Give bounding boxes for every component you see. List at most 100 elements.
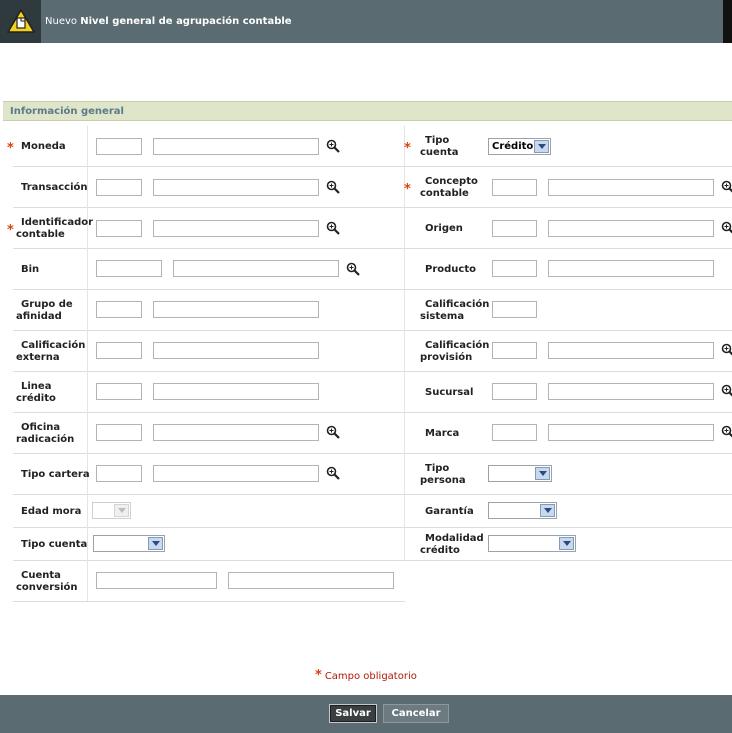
linea-credito-code-input[interactable] — [96, 383, 142, 400]
save-button[interactable]: Salvar — [329, 704, 377, 723]
origen-desc-input[interactable] — [548, 220, 714, 237]
chevron-down-icon[interactable] — [148, 537, 163, 550]
required-marker: * — [404, 182, 411, 197]
search-icon[interactable] — [326, 466, 340, 480]
label-tipo-persona: Tipo persona — [420, 463, 466, 486]
producto-desc-input[interactable] — [548, 260, 714, 277]
label-modalidad-credito: Modalidad crédito — [420, 533, 484, 556]
transaccion-code-input[interactable] — [96, 179, 142, 196]
oficina-code-input[interactable] — [96, 424, 142, 441]
tipo-cuenta-2-select[interactable] — [93, 535, 165, 552]
label-garantia: Garantía — [425, 506, 474, 517]
cancel-button[interactable]: Cancelar — [383, 704, 449, 723]
label-tipo-cuenta: Tipo cuenta — [420, 135, 459, 158]
row-divider — [13, 412, 732, 413]
search-icon[interactable] — [721, 221, 732, 235]
modalidad-credito-select[interactable] — [488, 535, 576, 552]
concepto-desc-input[interactable] — [548, 179, 714, 196]
oficina-desc-input[interactable] — [153, 424, 319, 441]
tipo-persona-select[interactable] — [488, 465, 552, 482]
cuenta-conversion-code-input[interactable] — [96, 572, 217, 589]
label-sucursal: Sucursal — [425, 387, 474, 398]
row-divider — [13, 453, 732, 454]
search-icon[interactable] — [326, 180, 340, 194]
search-icon[interactable] — [346, 262, 360, 276]
row-divider — [13, 166, 732, 167]
identificador-code-input[interactable] — [96, 220, 142, 237]
chevron-down-icon[interactable] — [559, 537, 574, 550]
window-header: Nuevo Nivel general de agrupación contab… — [0, 0, 732, 43]
identificador-desc-input[interactable] — [153, 220, 319, 237]
row-divider — [13, 494, 732, 495]
label-transaccion: Transacción — [21, 182, 88, 193]
search-icon[interactable] — [721, 425, 732, 439]
row-divider — [13, 289, 732, 290]
row-divider — [13, 601, 405, 602]
grupo-afinidad-desc-input[interactable] — [153, 301, 319, 318]
search-icon[interactable] — [326, 221, 340, 235]
column-divider — [87, 126, 88, 601]
label-linea-credito: Linea crédito — [16, 381, 56, 404]
row-divider — [13, 560, 732, 561]
calificacion-provision-desc-input[interactable] — [548, 342, 714, 359]
cuenta-conversion-desc-input[interactable] — [228, 572, 394, 589]
label-bin: Bin — [21, 264, 40, 275]
bin-desc-input[interactable] — [173, 260, 339, 277]
tipo-cuenta-select[interactable]: Crédito — [488, 138, 551, 155]
label-marca: Marca — [425, 428, 460, 439]
calificacion-provision-code-input[interactable] — [492, 342, 537, 359]
grupo-afinidad-code-input[interactable] — [96, 301, 142, 318]
search-icon[interactable] — [721, 384, 732, 398]
label-cuenta-conversion: Cuenta conversión — [16, 570, 78, 593]
label-calificacion-externa: Calificación externa — [16, 340, 86, 363]
transaccion-desc-input[interactable] — [153, 179, 319, 196]
calificacion-sistema-input[interactable] — [492, 301, 537, 318]
search-icon[interactable] — [326, 139, 340, 153]
calificacion-externa-code-input[interactable] — [96, 342, 142, 359]
concepto-code-input[interactable] — [492, 179, 537, 196]
section-header: Información general — [3, 101, 732, 121]
chevron-down-icon[interactable] — [535, 467, 550, 480]
marca-desc-input[interactable] — [548, 424, 714, 441]
label-origen: Origen — [425, 223, 463, 234]
bin-code-input[interactable] — [96, 260, 162, 277]
label-calificacion-provision: Calificación provisión — [420, 340, 490, 363]
row-divider — [13, 248, 732, 249]
label-moneda: Moneda — [21, 141, 66, 152]
search-icon[interactable] — [721, 180, 732, 194]
label-grupo-afinidad: Grupo de afinidad — [16, 299, 73, 322]
search-icon[interactable] — [721, 343, 732, 357]
sucursal-code-input[interactable] — [492, 383, 537, 400]
moneda-desc-input[interactable] — [153, 138, 319, 155]
sucursal-desc-input[interactable] — [548, 383, 714, 400]
linea-credito-desc-input[interactable] — [153, 383, 319, 400]
header-edge — [723, 0, 732, 43]
marca-code-input[interactable] — [492, 424, 537, 441]
label-tipo-cartera: Tipo cartera — [21, 469, 90, 480]
tipo-cartera-desc-input[interactable] — [153, 465, 319, 482]
garantia-select[interactable] — [488, 502, 557, 519]
row-divider — [13, 371, 732, 372]
chevron-down-icon[interactable] — [540, 504, 555, 517]
required-marker: * — [404, 141, 411, 156]
tipo-cartera-code-input[interactable] — [96, 465, 142, 482]
row-divider — [13, 330, 732, 331]
calificacion-externa-desc-input[interactable] — [153, 342, 319, 359]
producto-code-input[interactable] — [492, 260, 537, 277]
warning-document-icon — [7, 9, 35, 33]
header-icon-box — [0, 0, 41, 43]
tipo-cuenta-value: Crédito — [492, 141, 534, 152]
row-divider — [13, 527, 732, 528]
label-calificacion-sistema: Calificación sistema — [420, 299, 490, 322]
search-icon[interactable] — [326, 425, 340, 439]
chevron-down-icon[interactable] — [534, 140, 549, 153]
required-marker: * — [7, 141, 14, 156]
chevron-down-icon — [114, 504, 129, 517]
row-divider — [13, 207, 732, 208]
label-edad-mora: Edad mora — [21, 506, 82, 517]
label-tipo-cuenta-2: Tipo cuenta — [21, 539, 88, 550]
moneda-code-input[interactable] — [96, 138, 142, 155]
label-identificador-contable: Identificador contable — [16, 217, 94, 240]
page-title: Nuevo Nivel general de agrupación contab… — [45, 16, 292, 27]
origen-code-input[interactable] — [492, 220, 537, 237]
